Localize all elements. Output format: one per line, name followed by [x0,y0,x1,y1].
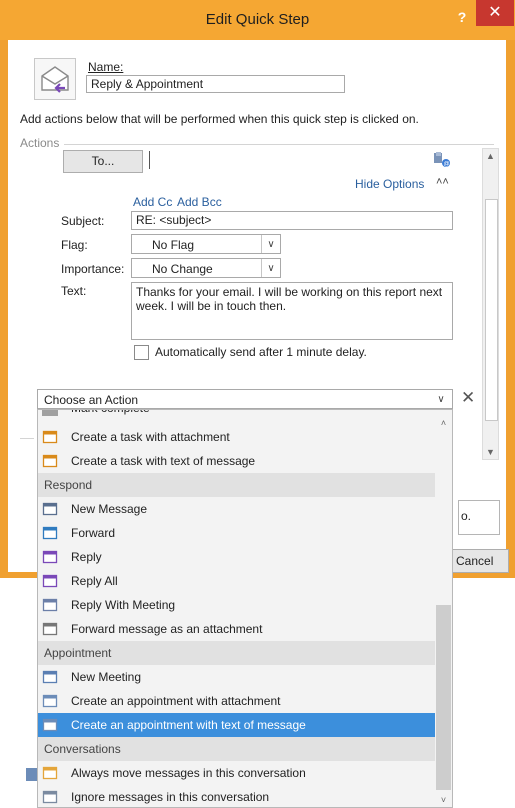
list-item[interactable]: Reply [38,545,435,569]
name-label: Name: [88,60,124,74]
dropdown-scrollbar-thumb[interactable] [436,605,451,790]
list-item[interactable]: Create an appointment with text of messa… [38,713,435,737]
flag-label: Flag: [61,238,88,252]
bg-field: o. [458,500,500,535]
subject-field[interactable]: RE: <subject> [131,211,453,230]
instructions-text: Add actions below that will be performed… [20,112,419,126]
new-message-icon [42,501,58,517]
new-meeting-icon [42,669,58,685]
title-bar[interactable]: Edit Quick Step ? ✕ [0,0,515,40]
importance-value: No Change [152,262,213,276]
list-item[interactable]: Reply All [38,569,435,593]
list-item[interactable]: Forward [38,521,435,545]
collapse-chevron-icon[interactable]: ˄˄ [436,176,449,188]
task-text-icon [42,453,58,469]
group-header-label: Appointment [44,646,112,660]
choose-action-select[interactable]: Choose an Action ∨ [37,389,453,409]
appointment-attachment-icon [42,693,58,709]
actions-divider [64,144,494,145]
bg-field-text: o. [461,509,472,523]
forward-attachment-icon [42,621,58,637]
help-button[interactable]: ? [450,6,474,28]
actions-scrollbar[interactable]: ▲ ▼ [482,148,499,460]
group-header-label: Conversations [44,742,121,756]
list-group-header: Appointment [38,641,435,665]
list-item-label: Create a task with text of message [71,454,256,468]
list-item-label: New Message [71,502,148,516]
forward-icon [42,525,58,541]
reply-meeting-icon [42,597,58,613]
list-item-label: Forward message as an attachment [71,622,263,636]
list-item-label: Create an appointment with text of messa… [71,718,306,732]
list-item-label: Create a task with attachment [71,430,230,444]
list-item-label: Create an appointment with attachment [71,694,281,708]
list-item-label: Reply All [71,574,118,588]
flag-select[interactable]: No Flag ∨ [131,234,281,254]
list-item[interactable]: Create a task with attachment [38,425,435,449]
list-item-label: Always move messages in this conversatio… [71,766,306,780]
remove-action-icon[interactable]: ✕ [461,388,475,408]
subject-label: Subject: [61,214,105,228]
address-book-icon[interactable]: @ [432,150,452,170]
bg-divider [20,438,34,439]
list-item-label: Reply [71,550,102,564]
reply-all-icon [42,573,58,589]
choose-action-value: Choose an Action [44,393,139,407]
name-field[interactable]: Reply & Appointment [86,75,345,93]
add-bcc-link[interactable]: Add Bcc [177,195,222,209]
reply-icon [42,549,58,565]
list-item[interactable]: Forward message as an attachment [38,617,435,641]
to-field-cursor [149,151,150,169]
task-attachment-icon [42,429,58,445]
actions-label: Actions [20,136,60,150]
scroll-up-arrow-icon[interactable]: ▲ [483,151,498,161]
list-item[interactable]: Create an appointment with attachment [38,689,435,713]
text-field[interactable]: Thanks for your email. I will be working… [131,282,453,340]
list-item-mark-complete[interactable]: Mark complete [38,410,435,420]
mark-complete-icon [42,410,58,416]
group-header-label: Respond [44,478,93,492]
close-button[interactable]: ✕ [476,0,514,26]
ignore-conversation-icon [42,789,58,805]
list-item[interactable]: Ignore messages in this conversation [38,785,435,807]
scroll-up-arrow-icon[interactable]: ˄ [435,418,452,428]
list-group-header: Conversations [38,737,435,761]
list-group-header: Respond [38,473,435,497]
quick-step-icon[interactable] [34,58,76,100]
list-item[interactable]: New Message [38,497,435,521]
scrollbar-thumb[interactable] [485,199,498,421]
to-button[interactable]: To... [63,150,143,173]
scroll-down-arrow-icon[interactable]: ▼ [483,447,498,457]
cancel-button[interactable]: Cancel [450,549,509,573]
importance-select[interactable]: No Change ∨ [131,258,281,278]
importance-label: Importance: [61,262,125,276]
dialog-title: Edit Quick Step [205,11,310,28]
text-label: Text: [61,284,87,298]
scroll-down-arrow-icon[interactable]: ˅ [435,795,452,805]
list-item-label: Ignore messages in this conversation [71,790,270,804]
flag-value: No Flag [152,238,195,252]
dropdown-scrollbar[interactable]: ˄ ˅ [435,410,452,807]
list-item[interactable]: Reply With Meeting [38,593,435,617]
list-item-label: Forward [71,526,116,540]
auto-send-checkbox[interactable] [134,345,149,360]
move-conversation-icon [42,765,58,781]
chevron-down-icon: ∨ [437,394,445,405]
hide-options-link[interactable]: Hide Options [355,177,424,191]
auto-send-label: Automatically send after 1 minute delay. [155,345,367,359]
svg-text:@: @ [444,162,450,168]
list-item[interactable]: New Meeting [38,665,435,689]
action-dropdown-list[interactable]: Mark complete Create a task with attachm… [37,409,453,808]
chevron-down-icon: ∨ [261,259,280,277]
list-item[interactable]: Always move messages in this conversatio… [38,761,435,785]
add-cc-link[interactable]: Add Cc [133,195,172,209]
list-item-label: Reply With Meeting [71,598,176,612]
list-item-label: New Meeting [71,670,142,684]
list-item[interactable]: Create a task with text of message [38,449,435,473]
appointment-text-icon [42,717,58,733]
chevron-down-icon: ∨ [261,235,280,253]
